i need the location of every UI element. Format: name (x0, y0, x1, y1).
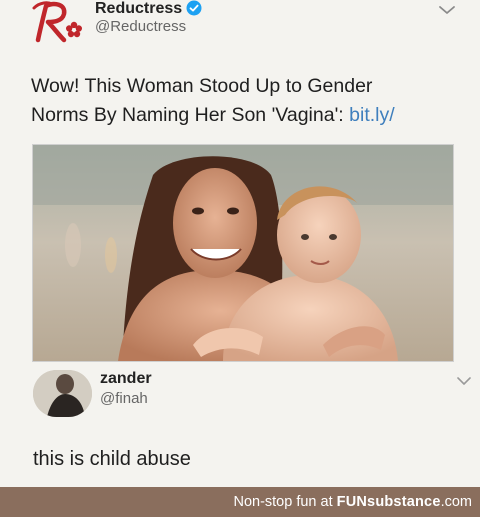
watermark-text: Non-stop fun at FUNsubstance.com (233, 494, 472, 510)
verified-badge-icon (186, 0, 202, 16)
tweet-text-line1: Wow! This Woman Stood Up to Gender (31, 75, 373, 97)
tweet-photo-image (33, 145, 453, 361)
tweet-link[interactable]: bit.ly/ (349, 104, 395, 126)
reply-display-name[interactable]: zander (100, 370, 152, 388)
watermark-suffix: .com (440, 494, 472, 510)
tweet-text: Wow! This Woman Stood Up to Gender Norms… (31, 72, 471, 130)
tweet-display-name[interactable]: Reductress (95, 0, 182, 18)
watermark-bar: Non-stop fun at FUNsubstance.com (0, 487, 480, 517)
watermark-brand: FUNsubstance (336, 494, 441, 510)
chevron-down-icon[interactable] (456, 376, 472, 386)
reply-handle[interactable]: @finah (100, 390, 148, 407)
tweet-handle[interactable]: @Reductress (95, 18, 186, 35)
tweet-photo[interactable] (32, 144, 454, 362)
reply-text: this is child abuse (33, 448, 191, 470)
tweet-text-line2: Norms By Naming Her Son 'Vagina': (31, 104, 344, 126)
avatar-image (33, 370, 92, 417)
avatar[interactable] (33, 370, 92, 417)
reductress-logo (32, 1, 82, 43)
chevron-down-icon[interactable] (438, 4, 456, 16)
watermark-prefix: Non-stop fun at (233, 494, 333, 510)
tweet-text-line2-wrap: Norms By Naming Her Son 'Vagina': bit.ly… (31, 101, 471, 130)
